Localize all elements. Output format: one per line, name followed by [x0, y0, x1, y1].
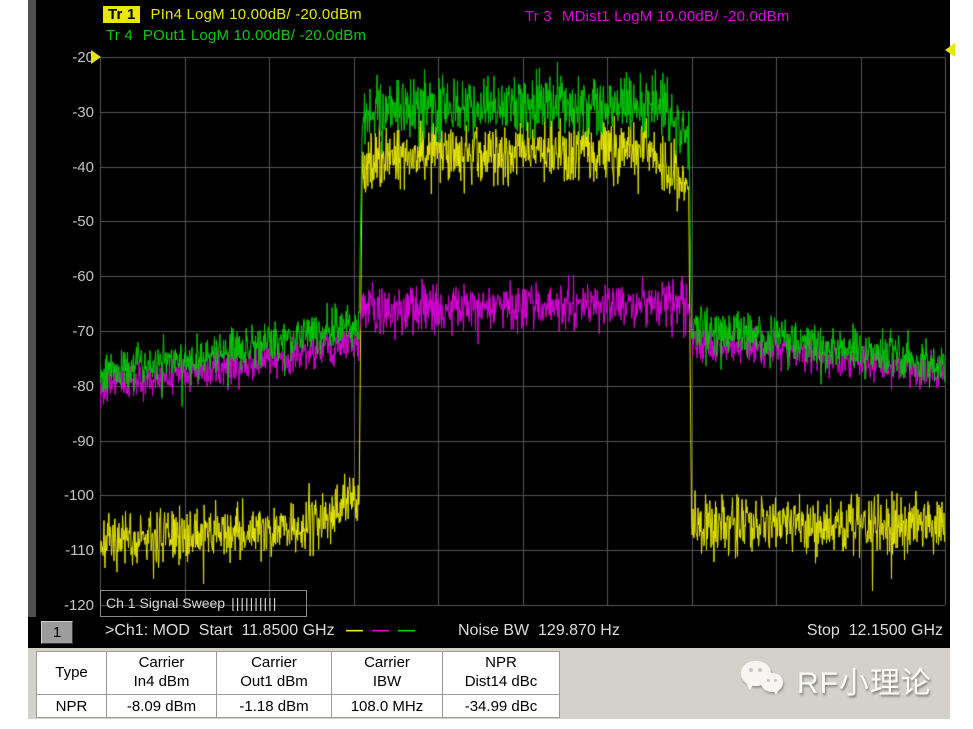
table-cell: NPR [37, 695, 107, 718]
y-axis-tick-label: -20 [48, 49, 94, 66]
y-axis-tick-label: -110 [48, 542, 94, 559]
table-cell: -1.18 dBm [217, 695, 332, 718]
y-axis-tick-label: -30 [48, 104, 94, 121]
channel-1-button[interactable]: 1 [41, 621, 73, 644]
trace4-badge[interactable]: Tr 4 [106, 27, 133, 44]
y-axis-tick-label: -80 [48, 378, 94, 395]
npr-results-table: TypeCarrier In4 dBmCarrier Out1 dBmCarri… [36, 651, 560, 718]
y-axis-tick-label: -50 [48, 213, 94, 230]
y-axis-tick-label: -60 [48, 268, 94, 285]
channel-status-bar: 1 >Ch1: MOD Start 11.8500 GHz — — — Noise … [28, 617, 950, 648]
y-axis-tick-label: -100 [48, 487, 94, 504]
sweep-status-label: Ch 1 Signal Sweep [106, 595, 225, 611]
trace-color-legend-dashes: — — — [346, 620, 415, 640]
table-cell: -34.99 dBc [443, 695, 560, 718]
watermark-text: RF小理论 [797, 658, 932, 702]
trace-dash: — [372, 620, 389, 640]
trace-status-row-2: Tr 4 POut1 LogM 10.00dB/ -20.0dBm [106, 27, 366, 44]
ref-level-marker-left[interactable] [91, 50, 101, 64]
table-row: NPR-8.09 dBm-1.18 dBm108.0 MHz-34.99 dBc [37, 695, 560, 718]
table-header-cell: Type [37, 652, 107, 695]
table-cell: 108.0 MHz [332, 695, 443, 718]
trace-dash: — [398, 620, 415, 640]
noise-bw-readout: Noise BW 129.870 Hz [458, 622, 620, 640]
screen-bezel-left [28, 0, 36, 648]
trace1-readout[interactable]: PIn4 LogM 10.00dB/ -20.0dBm [150, 6, 361, 23]
trace3-readout[interactable]: MDist1 LogM 10.00dB/ -20.0dBm [562, 8, 790, 25]
y-axis-tick-label: -90 [48, 433, 94, 450]
table-cell: -8.09 dBm [107, 695, 217, 718]
stop-frequency-readout: Stop 12.1500 GHz [807, 622, 943, 640]
channel-info-readout: >Ch1: MOD Start 11.8500 GHz [105, 622, 335, 640]
trace4-readout[interactable]: POut1 LogM 10.00dB/ -20.0dBm [143, 27, 366, 44]
watermark: RF小理论 [741, 658, 932, 702]
y-axis-tick-label: -70 [48, 323, 94, 340]
wechat-icon [741, 659, 789, 701]
analyzer-screen: Tr 1 PIn4 LogM 10.00dB/ -20.0dBm Tr 3 MD… [28, 0, 950, 648]
results-panel: TypeCarrier In4 dBmCarrier Out1 dBmCarri… [28, 648, 950, 719]
trace1-badge[interactable]: Tr 1 [103, 6, 140, 23]
sweep-status-box: Ch 1 Signal Sweep |||||||||| [100, 590, 307, 617]
trace3-badge[interactable]: Tr 3 [525, 8, 552, 25]
table-header-cell: Carrier Out1 dBm [217, 652, 332, 695]
trace-status-row-1b: Tr 3 MDist1 LogM 10.00dB/ -20.0dBm [525, 8, 790, 25]
y-axis-tick-label: -120 [48, 597, 94, 614]
sweep-progress-ticks: |||||||||| [231, 595, 277, 611]
trace-dash: — [346, 620, 363, 640]
y-axis-tick-label: -40 [48, 159, 94, 176]
table-header-cell: NPR Dist14 dBc [443, 652, 560, 695]
table-header-cell: Carrier In4 dBm [107, 652, 217, 695]
table-header-cell: Carrier IBW [332, 652, 443, 695]
instrument-screenshot: Tr 1 PIn4 LogM 10.00dB/ -20.0dBm Tr 3 MD… [0, 0, 973, 729]
spectrum-plot-canvas [28, 0, 950, 648]
trace-status-row-1: Tr 1 PIn4 LogM 10.00dB/ -20.0dBm [103, 6, 362, 23]
ref-level-marker-right[interactable] [945, 43, 955, 57]
